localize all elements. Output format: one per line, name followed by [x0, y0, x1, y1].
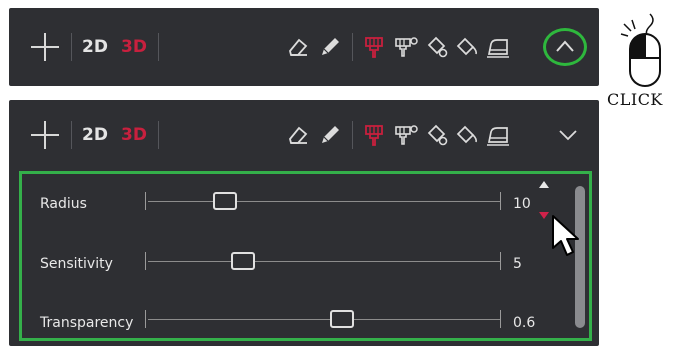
iron-icon[interactable] [485, 122, 511, 148]
eraser-icon[interactable] [285, 34, 311, 60]
sensitivity-label: Sensitivity [40, 256, 113, 272]
transparency-label: Transparency [40, 315, 134, 331]
track-end-tick [500, 252, 501, 270]
separator [71, 121, 72, 149]
decrement-arrow[interactable] [539, 212, 549, 219]
mode-2d-button[interactable]: 2D [82, 125, 108, 145]
click-annotation: CLICK [607, 90, 663, 109]
toolbar-collapsed: 2D 3D [9, 8, 599, 86]
increment-arrow[interactable] [539, 181, 549, 188]
pencil-icon[interactable] [317, 122, 343, 148]
smart-brush-icon[interactable] [393, 34, 419, 60]
fill-bucket-icon[interactable] [455, 122, 481, 148]
transparency-track[interactable] [148, 319, 500, 320]
chevron-up-icon [556, 40, 574, 52]
sensitivity-slider-thumb[interactable] [231, 252, 256, 270]
separator [71, 33, 72, 61]
brush-icon[interactable] [361, 122, 387, 148]
sensitivity-value: 5 [513, 256, 522, 272]
transparency-value: 0.6 [513, 315, 536, 331]
separator [352, 33, 353, 61]
mode-2d-button[interactable]: 2D [82, 37, 108, 57]
radius-value: 10 [513, 196, 531, 212]
radius-track[interactable] [148, 201, 500, 202]
fill-bucket-icon[interactable] [455, 34, 481, 60]
add-icon[interactable] [31, 33, 59, 61]
slider-panel: Radius 10 Sensitivity 5 Transparency 0.6 [19, 171, 592, 341]
brush-icon[interactable] [361, 34, 387, 60]
radius-slider-thumb[interactable] [213, 192, 238, 210]
smart-brush-icon[interactable] [393, 122, 419, 148]
track-start-tick [145, 252, 146, 270]
radius-label: Radius [40, 196, 87, 212]
track-start-tick [145, 310, 146, 328]
track-start-tick [145, 192, 146, 210]
pointer-cursor-icon [550, 214, 582, 258]
separator [158, 33, 159, 61]
fill-icon[interactable] [425, 34, 451, 60]
mode-3d-button[interactable]: 3D [121, 37, 147, 57]
pencil-icon[interactable] [317, 34, 343, 60]
separator [352, 121, 353, 149]
chevron-down-icon [559, 130, 577, 141]
mode-3d-button[interactable]: 3D [121, 125, 147, 145]
transparency-slider-thumb[interactable] [329, 310, 354, 328]
track-end-tick [500, 192, 501, 210]
eraser-icon[interactable] [285, 122, 311, 148]
expand-button[interactable] [555, 122, 581, 148]
sensitivity-track[interactable] [148, 261, 500, 262]
mouse-click-icon [620, 12, 668, 90]
add-icon[interactable] [31, 121, 59, 149]
track-end-tick [500, 310, 501, 328]
iron-icon[interactable] [485, 34, 511, 60]
fill-icon[interactable] [425, 122, 451, 148]
collapse-button[interactable] [543, 28, 587, 66]
separator [158, 121, 159, 149]
